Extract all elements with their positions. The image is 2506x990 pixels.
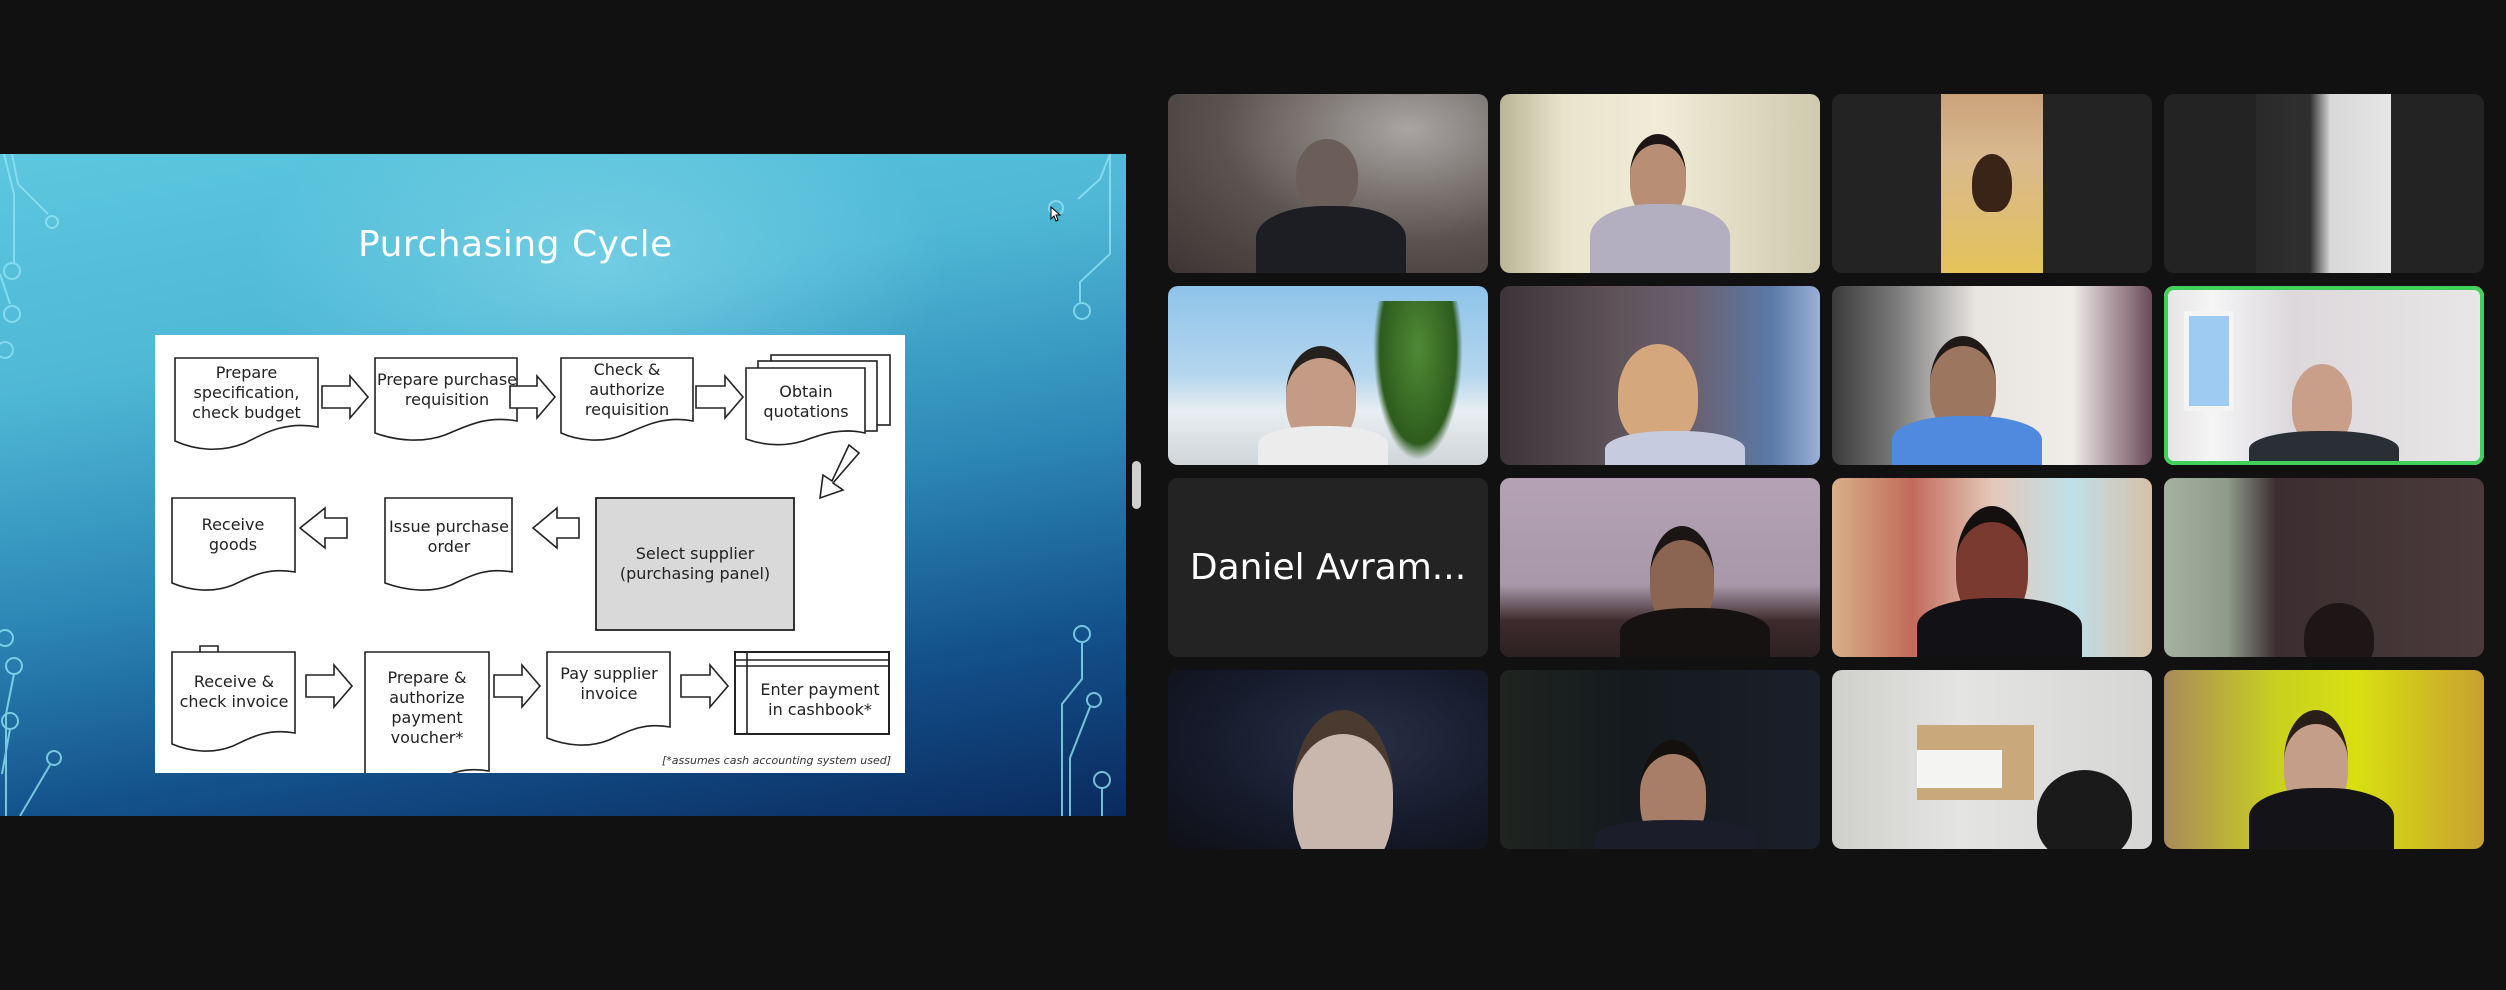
step-authorize-payment-voucher: Prepare & authorize payment voucher*	[387, 668, 467, 747]
participant-body	[1256, 206, 1406, 273]
video-feed	[2164, 286, 2484, 465]
participant-body	[1590, 204, 1730, 273]
step-issue-purchase-order: Issue purchase order	[389, 517, 509, 556]
window-background	[2184, 311, 2234, 411]
video-tile[interactable]	[2164, 670, 2484, 849]
video-tile[interactable]	[1832, 286, 2152, 465]
video-tile[interactable]	[1168, 670, 1488, 849]
purchasing-cycle-diagram: Prepare specification, check budget Prep…	[155, 335, 905, 773]
video-tile[interactable]	[1832, 94, 2152, 273]
video-tile[interactable]	[1168, 94, 1488, 273]
step-receive-goods: Receive goods	[201, 515, 265, 554]
step-receive-check-invoice: Receive & check invoice	[179, 672, 289, 711]
arrow-left-2	[531, 506, 580, 550]
arrow-diagonal	[819, 443, 861, 500]
video-tile[interactable]	[1500, 286, 1820, 465]
participant-body	[1917, 598, 2082, 657]
participant-body	[1892, 416, 2042, 465]
video-tile[interactable]	[2164, 478, 2484, 657]
shared-screen: Purchasing Cycle Prepare specification, …	[0, 154, 1126, 816]
diagram-footnote: [*assumes cash accounting system used]	[661, 754, 891, 767]
participant-head	[1618, 344, 1698, 444]
video-tile[interactable]	[1832, 670, 2152, 849]
arrow-left-1	[298, 506, 348, 550]
step-enter-payment-cashbook: Enter payment in cashbook*	[760, 680, 880, 719]
video-tile[interactable]	[1500, 94, 1820, 273]
participant-body	[1595, 820, 1755, 849]
video-tile[interactable]	[2164, 94, 2484, 273]
split-view-resize-handle[interactable]	[1132, 461, 1141, 509]
video-tile[interactable]	[1500, 478, 1820, 657]
step-prepare-requisition: Prepare purchase requisition	[377, 369, 517, 409]
palm-tree-background	[1373, 301, 1463, 461]
participant-head	[1972, 154, 2012, 212]
video-tile-off[interactable]: Daniel Avram...	[1168, 478, 1488, 657]
step-authorize-requisition: Check & authorize requisition	[584, 359, 670, 419]
slide-title: Purchasing Cycle	[358, 224, 673, 265]
arrow-right-5	[493, 662, 542, 710]
participant-body	[1258, 426, 1388, 465]
participant-body	[2249, 431, 2399, 465]
arrow-right-4	[305, 662, 354, 710]
step-obtain-quotations: Obtain quotations	[763, 382, 849, 421]
participant-name: Daniel Avram...	[1189, 547, 1467, 588]
video-feed	[2256, 94, 2391, 273]
participant-head	[2292, 364, 2352, 444]
arrow-right-6	[680, 662, 730, 710]
arrow-right-3	[695, 373, 745, 421]
video-tile[interactable]	[1832, 478, 2152, 657]
step-select-supplier: Select supplier (purchasing panel)	[619, 544, 771, 583]
step-prepare-specification: Prepare specification, check budget	[192, 363, 301, 422]
video-tile-active-speaker[interactable]	[2164, 286, 2484, 465]
participant-body	[1620, 608, 1770, 657]
mouse-cursor-icon	[1050, 206, 1062, 222]
video-tile[interactable]	[1168, 286, 1488, 465]
video-tile[interactable]	[1500, 670, 1820, 849]
step-pay-supplier-invoice: Pay supplier invoice	[560, 664, 658, 703]
arrow-right-1	[321, 373, 370, 421]
microwave-background	[1917, 750, 2002, 788]
participant-head	[1296, 139, 1358, 211]
participant-body	[2249, 788, 2394, 849]
participant-body	[1605, 431, 1745, 465]
